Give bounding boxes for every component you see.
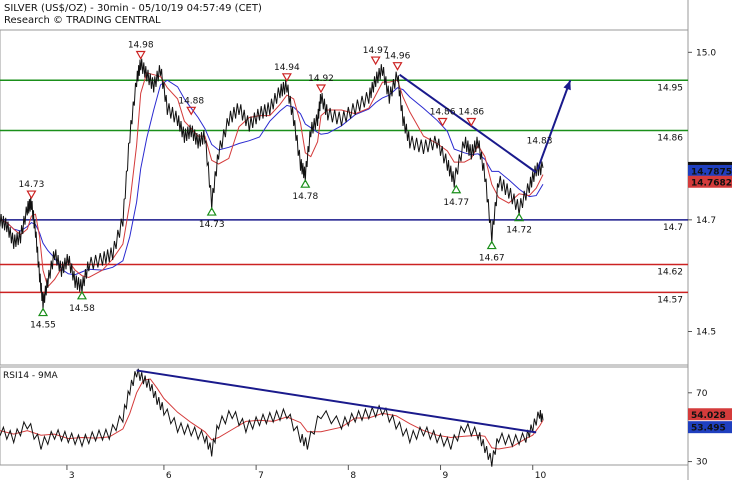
rsi-tick-label: 70 xyxy=(696,389,708,399)
pivot-high-label: 14.86 xyxy=(458,108,484,118)
pivot-high-marker xyxy=(437,117,448,127)
pivot-low-label: 14.78 xyxy=(292,192,318,202)
pivot-high-label: 14.88 xyxy=(178,96,204,106)
date-tick-label: 6 xyxy=(166,471,172,480)
pivot-high-marker xyxy=(315,84,327,94)
level-label: 14.7 xyxy=(663,223,683,233)
pivot-high-label: 14.94 xyxy=(274,63,300,73)
pivot-high-marker xyxy=(370,56,381,66)
projection-arrow-head xyxy=(563,80,571,91)
pivot-low-label: 14.72 xyxy=(506,226,532,236)
pivot-high-marker xyxy=(135,50,146,60)
level-label: 14.62 xyxy=(657,268,683,278)
pivot-low-label: 14.58 xyxy=(69,304,95,314)
rsi-panel-frame xyxy=(0,366,689,466)
pivot-high-label: 14.98 xyxy=(128,41,154,51)
pivot-high-marker xyxy=(392,62,403,71)
price-tick-label: 14.5 xyxy=(696,328,716,338)
pivot-high-label: 14.96 xyxy=(385,52,411,62)
price-tick-label: 14.7 xyxy=(696,216,716,226)
date-tick-label: 9 xyxy=(443,471,449,480)
pivot-high-marker xyxy=(26,190,37,200)
rsi-tag-label: 54.028 xyxy=(691,411,726,421)
level-label: 14.86 xyxy=(657,134,683,144)
pivot-label: 14.83 xyxy=(527,136,553,146)
pivot-low-marker xyxy=(486,240,497,250)
rsi-series-line xyxy=(0,368,544,467)
price-chart: SILVER (US$/OZ) - 30min - 05/10/19 04:57… xyxy=(0,0,732,480)
level-label: 14.95 xyxy=(657,83,683,93)
pivot-low-marker xyxy=(37,307,49,317)
ma-fast-line xyxy=(0,72,544,288)
rsi-tag-label: 53.495 xyxy=(691,424,726,434)
price-tag-label: 14.7682 xyxy=(691,178,732,188)
pivot-low-marker xyxy=(300,178,311,188)
date-tick-label: 8 xyxy=(350,471,356,480)
price-tick-label: 15.0 xyxy=(696,48,716,58)
rsi-ma-line xyxy=(0,378,544,450)
chart-window: SILVER (US$/OZ) - 30min - 05/10/19 04:57… xyxy=(0,0,735,480)
date-tick-label: 7 xyxy=(258,471,264,480)
chart-title: SILVER (US$/OZ) - 30min - 05/10/19 04:57… xyxy=(4,3,262,14)
rsi-title: RSI14 - 9MA xyxy=(3,371,59,381)
pivot-low-label: 14.55 xyxy=(30,321,56,331)
pivot-high-label: 14.92 xyxy=(308,74,334,84)
date-tick-label: 3 xyxy=(69,471,75,480)
pivot-low-label: 14.77 xyxy=(443,198,469,208)
pivot-low-label: 14.73 xyxy=(199,220,225,230)
rsi-tick-label: 30 xyxy=(696,458,708,468)
projection-arrow-shaft xyxy=(536,79,572,170)
chart-subtitle: Research © TRADING CENTRAL xyxy=(4,15,161,26)
price-trendline xyxy=(398,73,537,174)
pivot-high-label: 14.73 xyxy=(19,180,45,190)
rsi-trendline xyxy=(136,369,537,434)
pivot-low-marker xyxy=(451,184,462,194)
pivot-high-label: 14.86 xyxy=(430,108,456,118)
date-tick-label: 10 xyxy=(535,471,547,480)
level-label: 14.57 xyxy=(657,295,683,305)
pivot-low-marker xyxy=(206,206,217,216)
pivot-low-label: 14.67 xyxy=(479,254,505,264)
